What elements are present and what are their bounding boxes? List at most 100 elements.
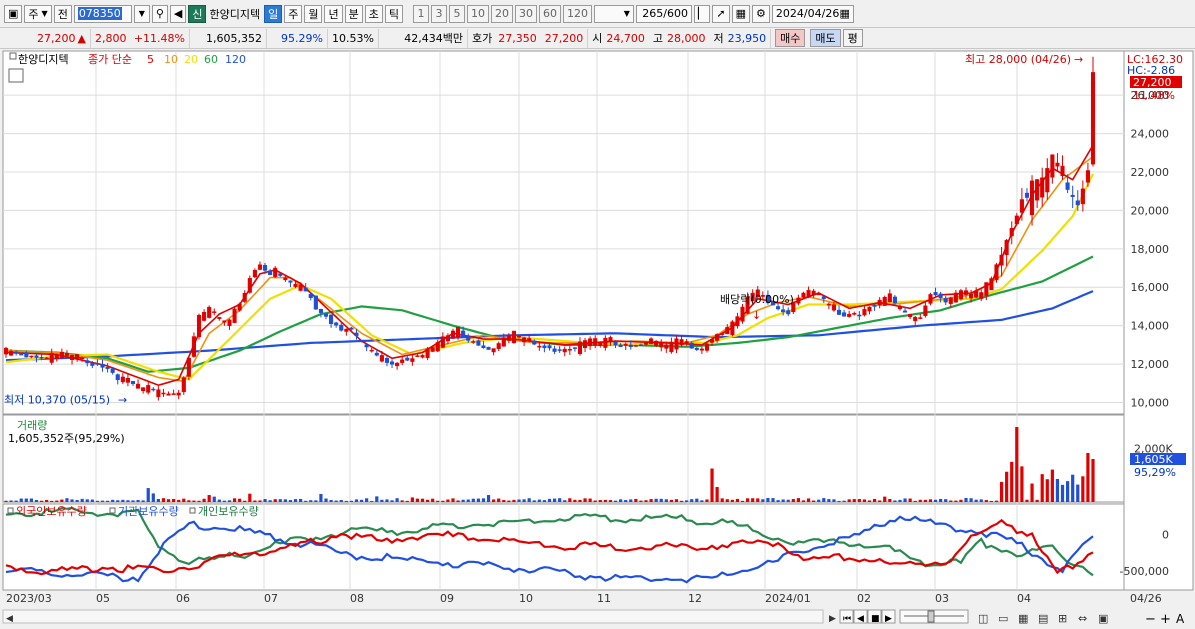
interval-button-6[interactable]: 60 — [538, 4, 561, 23]
volume-bar-157 — [801, 500, 806, 502]
volume-bar-186 — [949, 500, 953, 502]
chart-area[interactable]: 10,000 12,000 14,000 16,000 18,000 20,000 22,0… — [0, 49, 1195, 629]
scroll-right-icon: ▶ — [829, 614, 836, 624]
volume-bar-60 — [309, 500, 313, 502]
volume-bar-178 — [908, 498, 912, 502]
code-dropdown-icon[interactable]: ▼ — [133, 4, 150, 23]
stock-name: 한양디지텍 — [209, 7, 261, 21]
interval-button-2[interactable]: 5 — [448, 4, 465, 23]
volume-bar-210 — [1071, 474, 1075, 502]
volume-bar-174 — [888, 498, 892, 502]
candle-196 — [999, 254, 1004, 266]
candle-81 — [415, 355, 420, 357]
count-total: /600 — [663, 7, 688, 20]
candle-50 — [257, 264, 263, 270]
volume-bar-0 — [4, 500, 8, 502]
candle-97 — [496, 343, 501, 349]
volume-bar-73 — [375, 496, 379, 502]
count-field[interactable]: 265/600 — [635, 4, 692, 23]
interval-button-5[interactable]: 30 — [514, 4, 537, 23]
candle-40 — [207, 306, 212, 318]
tool-icon-6: ▣ — [1098, 612, 1108, 625]
period-tab-3[interactable]: 년 — [324, 4, 343, 23]
volume-bar-151 — [771, 498, 775, 502]
prev-button[interactable]: 전 — [53, 4, 72, 23]
stock-code-input[interactable]: 078350 — [73, 4, 132, 23]
volume-bar-30 — [156, 499, 160, 502]
period-tab-1[interactable]: 주 — [284, 4, 303, 23]
candle-183 — [933, 292, 938, 296]
interval-button-1[interactable]: 3 — [430, 4, 447, 23]
candle-53 — [273, 267, 278, 277]
volume-bar-17 — [90, 499, 94, 502]
volume-bar-163 — [832, 499, 836, 502]
volume-bar-101 — [517, 499, 521, 502]
volume-bar-194 — [989, 500, 994, 502]
interval-button-7[interactable]: 120 — [562, 4, 592, 23]
eval-button[interactable]: 평 — [842, 29, 863, 47]
volume-bar-160 — [817, 499, 821, 502]
candle-108 — [552, 348, 557, 352]
volume-bar-140 — [715, 487, 719, 502]
speaker-icon[interactable]: ◀ — [169, 4, 187, 23]
volume-bar-47 — [243, 500, 247, 502]
period-tab-5[interactable]: 초 — [364, 4, 383, 23]
gear-icon[interactable]: ⚙ — [752, 4, 770, 23]
volume-bar-120 — [613, 500, 618, 502]
layout-icon[interactable]: ▣ — [4, 4, 23, 23]
candle-83 — [425, 348, 430, 358]
volume-bar-49 — [253, 500, 257, 502]
candle-165 — [842, 312, 847, 317]
sell-button[interactable]: 매도 — [810, 29, 841, 47]
volume-bar-172 — [878, 500, 882, 502]
save-icon[interactable]: ▦ — [731, 4, 751, 23]
volume-bar-214 — [1091, 459, 1095, 502]
candle-157 — [801, 292, 806, 298]
x-tick-label-3: 07 — [264, 592, 278, 605]
volume-bar-118 — [603, 499, 607, 502]
buy-button[interactable]: 매수 — [775, 29, 806, 47]
period-tab-2[interactable]: 월 — [304, 4, 323, 23]
candle-icon[interactable]: ▏ — [693, 4, 711, 23]
period-tab-4[interactable]: 분 — [344, 4, 363, 23]
volume-bar-38 — [197, 500, 201, 502]
x-tick-label-10: 02 — [857, 592, 871, 605]
exdiv-annotation: 배당락(0.00%) — [720, 293, 794, 306]
volume-bar-61 — [314, 500, 318, 502]
candle-115 — [588, 338, 593, 347]
candle-121 — [618, 344, 623, 347]
volume-bar-139 — [710, 468, 714, 502]
candle-202 — [1029, 180, 1035, 216]
x-tick-label-8: 12 — [688, 592, 702, 605]
stock-code-value: 078350 — [77, 7, 122, 20]
scroll-left-icon: ◀ — [6, 614, 13, 624]
candle-192 — [979, 292, 984, 299]
volume-bar-86 — [441, 500, 445, 502]
volume-bar-9 — [50, 500, 54, 502]
candle-1 — [9, 351, 14, 356]
interval-input[interactable]: ▼ — [593, 4, 634, 23]
type-select[interactable]: 주 ▼ — [24, 4, 52, 23]
candle-47 — [242, 292, 247, 302]
search-icon[interactable]: ⚲ — [151, 4, 168, 23]
draw-icon[interactable]: ➚ — [712, 4, 730, 23]
volume-bar-36 — [187, 500, 191, 502]
turnover: 10.53% — [332, 31, 374, 45]
period-tab-6[interactable]: 틱 — [384, 4, 403, 23]
interval-button-3[interactable]: 10 — [466, 4, 489, 23]
interval-button-0[interactable]: 1 — [412, 4, 429, 23]
volume-bar-143 — [730, 499, 734, 502]
volume-bar-200 — [1020, 466, 1024, 502]
volume-bar-78 — [400, 500, 404, 502]
period-tab-0[interactable]: 일 — [264, 4, 283, 23]
interval-button-4[interactable]: 20 — [490, 4, 513, 23]
date-field[interactable]: 2024/04/26 ▦ — [771, 4, 854, 23]
volume-bar-22 — [116, 500, 120, 502]
volume-bar-58 — [299, 498, 303, 502]
price-change-pct: +11.48% — [133, 31, 185, 45]
volume-bar-107 — [547, 498, 552, 502]
volume-bar-119 — [608, 500, 613, 502]
candle-172 — [877, 299, 882, 306]
candle-154 — [786, 310, 791, 315]
candle-105 — [537, 345, 542, 348]
